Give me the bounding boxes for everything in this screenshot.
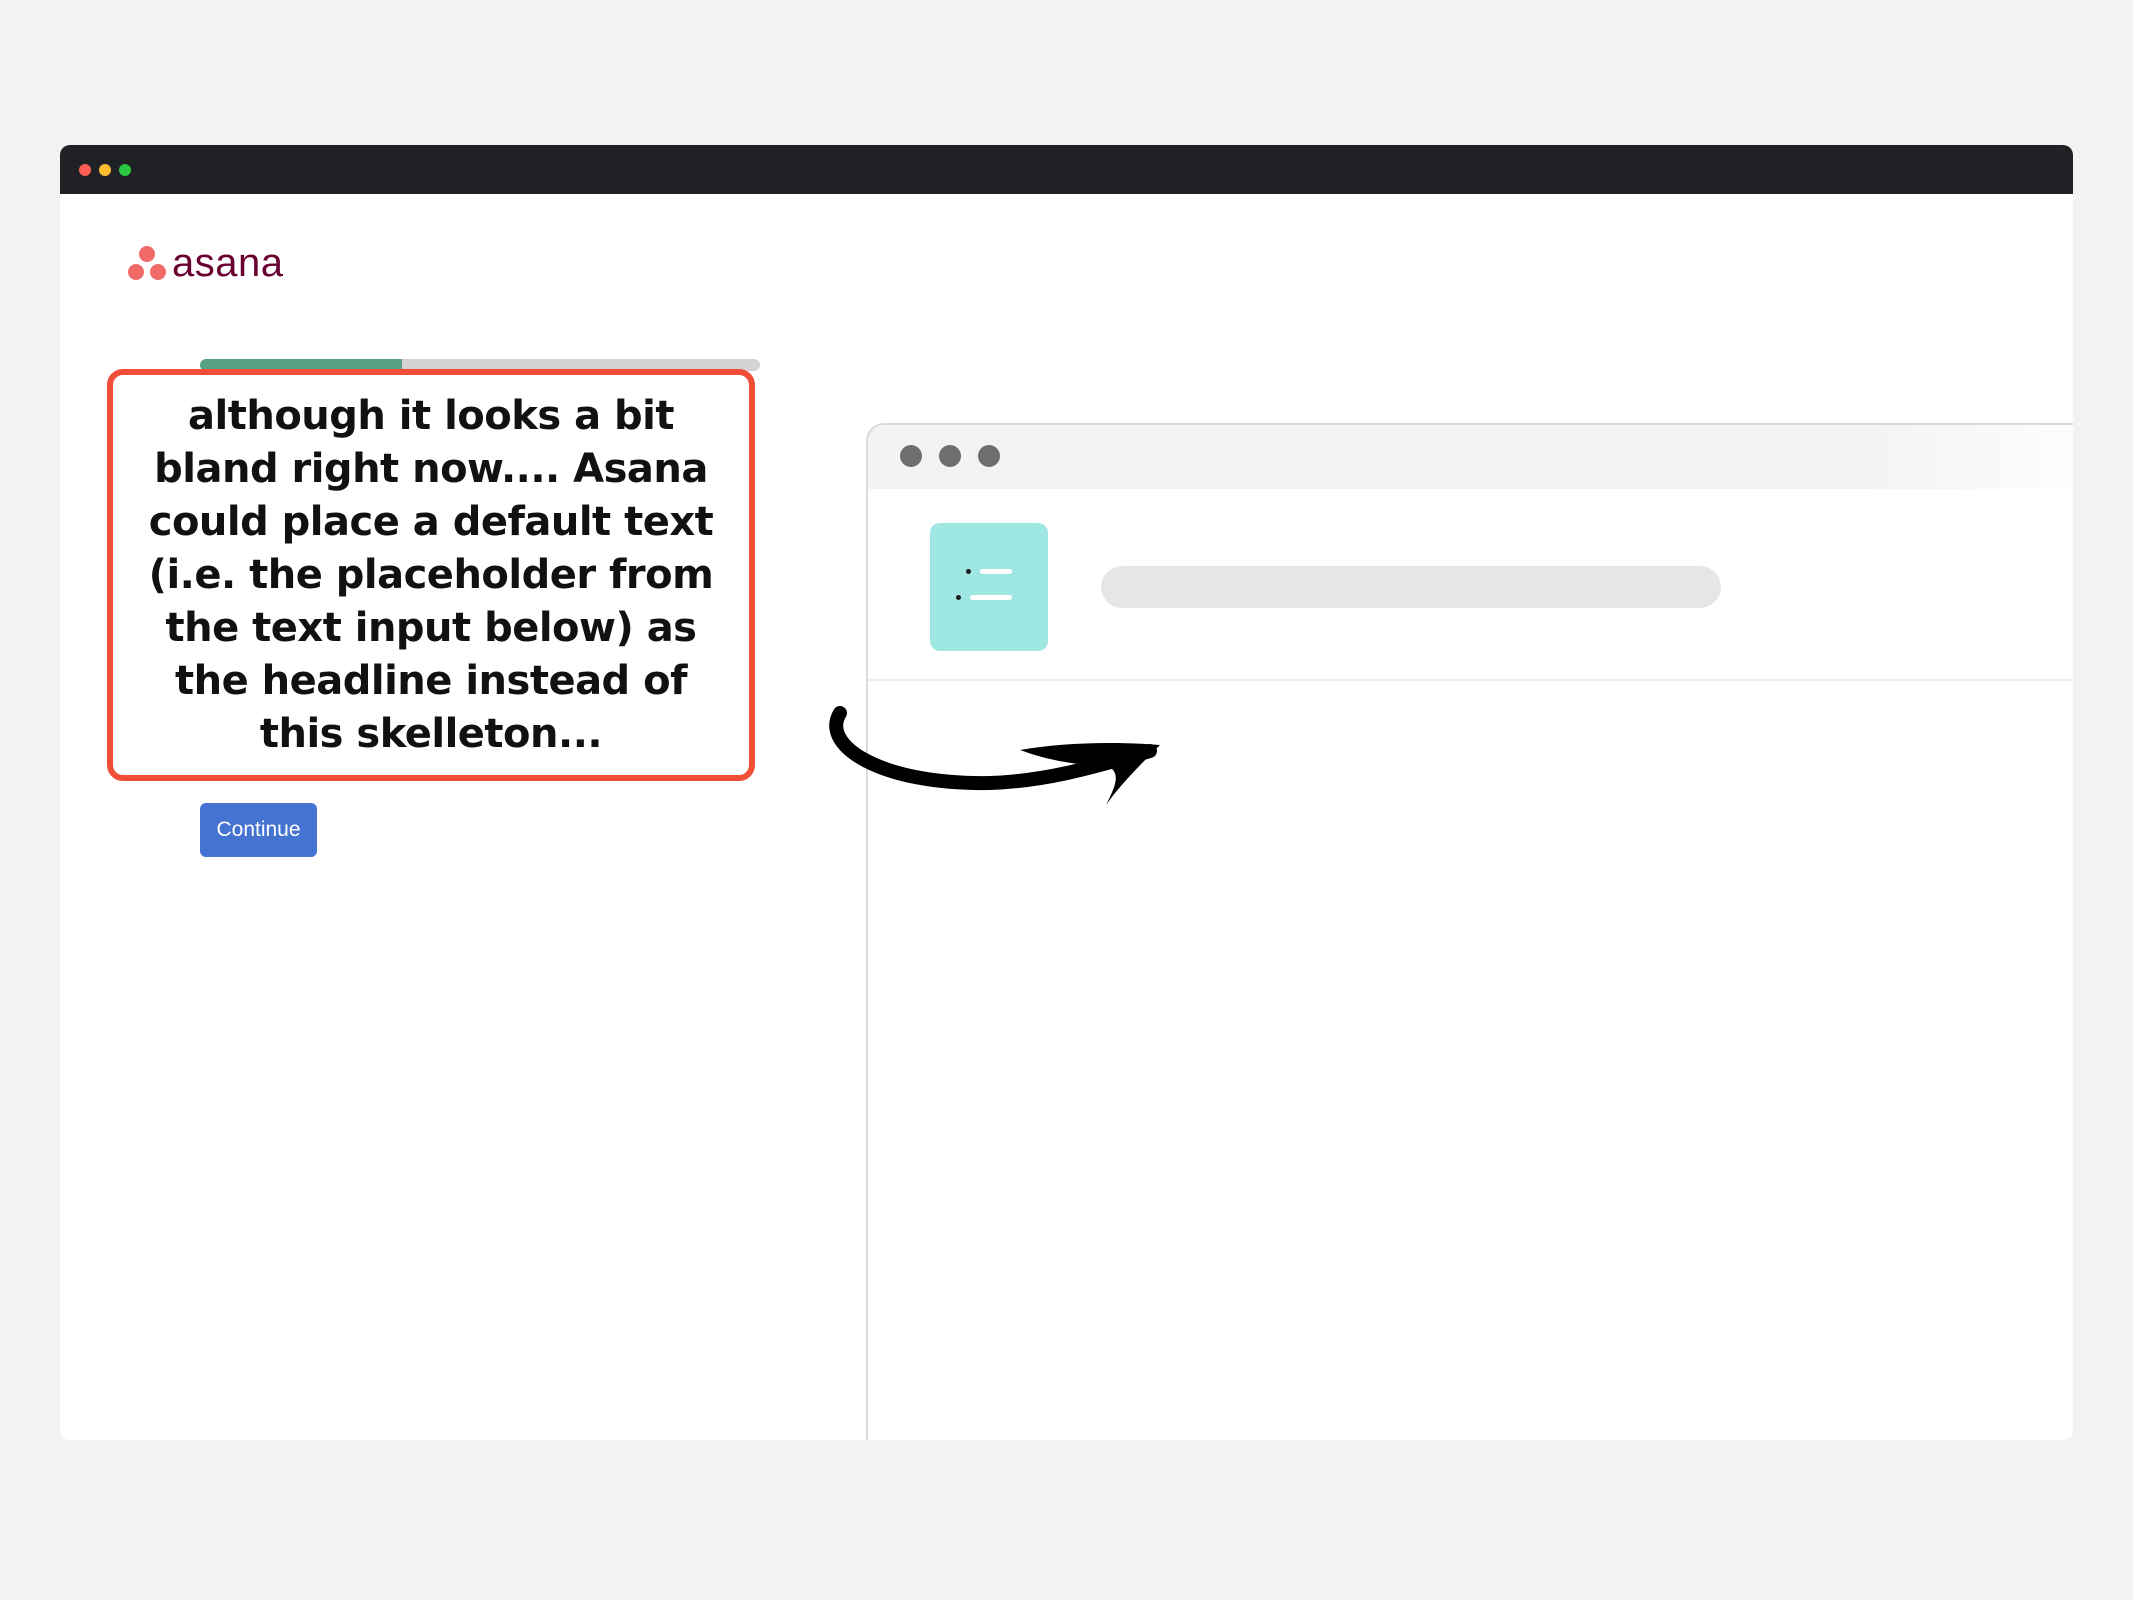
annotation-callout-text: although it looks a bit bland right now.… (148, 392, 714, 757)
asana-logo[interactable]: asana (128, 240, 283, 286)
preview-dot (900, 445, 922, 467)
preview-dot (978, 445, 1000, 467)
browser-window: asana although it looks a bit bland righ… (60, 145, 2073, 1440)
screenshot-canvas: asana although it looks a bit bland righ… (0, 0, 2133, 1600)
asana-wordmark: asana (172, 241, 284, 285)
preview-divider (868, 679, 2073, 681)
project-preview-panel (866, 423, 2073, 1440)
preview-dot (939, 445, 961, 467)
continue-button[interactable]: Continue (200, 803, 317, 857)
window-maximize-button[interactable] (119, 164, 131, 176)
preview-window-bar (868, 425, 2073, 489)
asana-logo-icon (128, 244, 166, 282)
project-tile-icon (930, 523, 1048, 651)
window-minimize-button[interactable] (99, 164, 111, 176)
hand-drawn-arrow-icon (829, 706, 1160, 805)
project-title-skeleton (1101, 566, 1721, 608)
window-close-button[interactable] (79, 164, 91, 176)
annotation-callout: although it looks a bit bland right now.… (107, 369, 755, 781)
browser-titlebar (60, 145, 2073, 194)
